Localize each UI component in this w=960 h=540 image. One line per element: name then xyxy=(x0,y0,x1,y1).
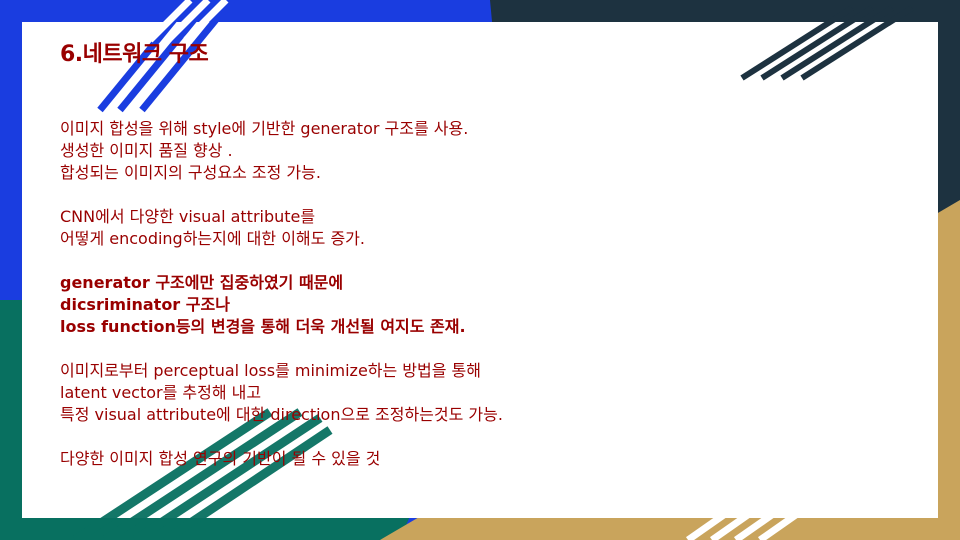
body-line: dicsriminator 구조나 xyxy=(60,295,230,314)
body-line: CNN에서 다양한 visual attribute를 xyxy=(60,207,316,226)
paragraph-improvement-bold: generator 구조에만 집중하였기 때문에 dicsriminator 구… xyxy=(60,272,880,338)
body-line: 합성되는 이미지의 구성요소 조정 가능. xyxy=(60,163,321,182)
body-line: 어떻게 encoding하는지에 대한 이해도 증가. xyxy=(60,229,365,248)
paragraph-conclusion: 다양한 이미지 합성 연구의 기반이 될 수 있을 것 xyxy=(60,448,880,470)
body-line: 이미지로부터 perceptual loss를 minimize하는 방법을 통… xyxy=(60,361,481,380)
body-line: generator 구조에만 집중하였기 때문에 xyxy=(60,273,344,292)
body-line: 이미지 합성을 위해 style에 기반한 generator 구조를 사용. xyxy=(60,119,469,138)
body-line: loss function등의 변경을 통해 더욱 개선될 여지도 존재. xyxy=(60,317,466,336)
slide-title: 6.네트워크 구조 xyxy=(60,42,209,67)
body-line: 다양한 이미지 합성 연구의 기반이 될 수 있을 것 xyxy=(60,449,381,468)
paragraph-style-generator: 이미지 합성을 위해 style에 기반한 generator 구조를 사용. … xyxy=(60,118,880,184)
paragraph-latent-vector: 이미지로부터 perceptual loss를 minimize하는 방법을 통… xyxy=(60,360,880,426)
paragraph-visual-attribute: CNN에서 다양한 visual attribute를 어떻게 encoding… xyxy=(60,206,880,250)
slide-body: 이미지 합성을 위해 style에 기반한 generator 구조를 사용. … xyxy=(60,118,880,492)
body-line: 특정 visual attribute에 대한 direction으로 조정하는… xyxy=(60,405,503,424)
body-line: latent vector를 추정해 내고 xyxy=(60,383,262,402)
body-line: 생성한 이미지 품질 향상 . xyxy=(60,141,233,160)
